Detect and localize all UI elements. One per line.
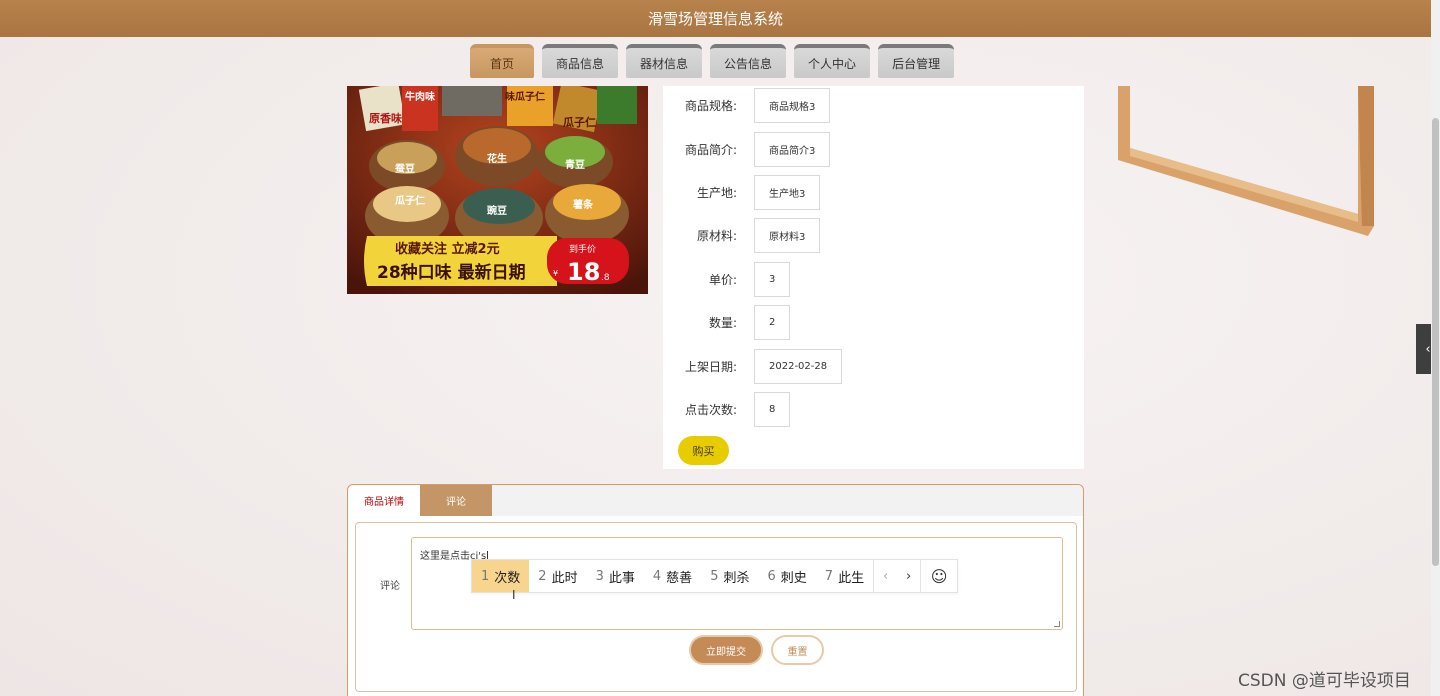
ime-candidate[interactable]: 3 此事 [587, 560, 644, 592]
title-bar: 滑雪场管理信息系统 [0, 0, 1431, 37]
field-label: 商品规格: [684, 99, 737, 113]
field-value: 商品简介3 [754, 132, 831, 167]
nav-label: 公告信息 [724, 56, 773, 71]
field-label: 上架日期: [684, 360, 737, 374]
field-label: 生产地: [696, 186, 737, 200]
ime-candidate[interactable]: 1 次数 [472, 560, 530, 592]
field-summary: 商品简介: 商品简介3 [663, 132, 831, 167]
banner-promo: 收藏关注 立减2元 [395, 241, 500, 257]
field-materials: 原材料: 原材料3 [663, 218, 821, 253]
banner-title: 28种口味 最新日期 [377, 262, 526, 283]
candidate-number: 1 [481, 568, 490, 584]
buy-button[interactable]: 购买 [678, 436, 729, 465]
main-nav: 首页 商品信息 器材信息 公告信息 个人中心 后台管理 [470, 44, 955, 78]
candidate-text: 慈善 [666, 570, 693, 586]
nav-label: 器材信息 [640, 56, 689, 71]
candidate-number: 6 [767, 568, 776, 584]
bag-label: 豌豆 [487, 204, 507, 217]
field-value: 原材料3 [754, 218, 821, 253]
field-click-count: 点击次数: 8 [663, 392, 791, 427]
candidate-text: 次数 [494, 570, 521, 586]
bag-label: 花生 [487, 152, 507, 165]
field-value: 3 [754, 262, 791, 297]
reset-button[interactable]: 重置 [771, 635, 824, 665]
field-listing-date: 上架日期: 2022-02-28 [663, 349, 843, 384]
price-tag-label: 到手价 [569, 243, 596, 255]
packet-label: 原香味 [369, 111, 402, 125]
packet-label: 牛肉味 [405, 90, 435, 103]
product-info-panel: 商品规格: 商品规格3 商品简介: 商品简介3 生产地: 生产地3 原材料: 原… [663, 86, 1084, 469]
comment-label: 评论 [380, 581, 400, 592]
ime-candidate-window: 1 次数 2 此时 3 此事 4 慈善 5 刺杀 6 刺史 7 此生 ‹ › ☺ [471, 559, 959, 593]
tabs-header: 商品详情 评论 [348, 485, 1083, 516]
comment-form: 评论 这里是点击ci's [355, 522, 1077, 692]
field-unit-price: 单价: 3 [663, 262, 791, 297]
chevron-left-icon: ‹ [1425, 341, 1431, 357]
nav-item-home[interactable]: 首页 [470, 44, 534, 78]
candidate-number: 4 [652, 568, 662, 584]
packet-label: 味瓜子仁 [505, 90, 545, 103]
field-label: 数量: [708, 316, 737, 330]
bag-label: 蚕豆 [394, 163, 415, 175]
resize-grip[interactable] [1054, 621, 1060, 627]
field-origin: 生产地: 生产地3 [663, 175, 821, 210]
product-image: 原香味 牛肉味 味瓜子仁 瓜子仁 蚕豆 花生 青豆 瓜子仁 豌豆 薯条 收藏关注… [347, 86, 648, 294]
price-tag-value: 18 [567, 258, 600, 286]
candidate-number: 3 [595, 568, 604, 584]
field-label: 商品简介: [684, 143, 737, 157]
candidate-number: 7 [824, 568, 834, 584]
field-spec: 商品规格: 商品规格3 [663, 88, 831, 123]
frame-graphic [1118, 86, 1374, 236]
nav-label: 后台管理 [892, 56, 941, 71]
ime-candidate[interactable]: 2 此时 [529, 560, 586, 592]
ime-candidate[interactable]: 7 此生 [816, 560, 873, 592]
field-label: 单价: [708, 273, 737, 287]
vertical-scrollbar[interactable] [1431, 0, 1440, 696]
field-value: 商品规格3 [754, 88, 831, 123]
field-value: 8 [754, 392, 791, 427]
tab-comments[interactable]: 评论 [420, 485, 492, 516]
ime-candidate[interactable]: 5 刺杀 [701, 560, 758, 592]
candidate-text: 此生 [838, 570, 865, 586]
price-tag-currency: ¥ [553, 269, 558, 278]
submit-button[interactable]: 立即提交 [689, 635, 763, 665]
candidate-text: 刺史 [780, 570, 807, 586]
app-title: 滑雪场管理信息系统 [647, 10, 783, 28]
field-label: 点击次数: [684, 403, 737, 417]
nav-item-admin[interactable]: 后台管理 [878, 44, 955, 78]
decorative-frame [1118, 86, 1390, 242]
candidate-text: 刺杀 [723, 570, 750, 586]
nav-label: 商品信息 [556, 56, 605, 71]
text-cursor-icon: I [512, 588, 516, 602]
price-tag-decimal: .8 [601, 273, 610, 283]
candidate-number: 2 [538, 568, 547, 584]
bag-label: 瓜子仁 [395, 194, 425, 207]
field-value: 2 [754, 305, 791, 340]
chevron-right-icon[interactable]: › [897, 560, 922, 592]
chevron-left-icon[interactable]: ‹ [873, 560, 897, 592]
watermark: CSDN @道可毕设项目 [1238, 671, 1411, 691]
candidate-number: 5 [710, 568, 719, 584]
ime-candidate[interactable]: 6 刺史 [758, 560, 815, 592]
field-value: 生产地3 [754, 175, 821, 210]
bag-label: 青豆 [565, 158, 585, 171]
emoji-icon[interactable]: ☺ [921, 560, 957, 592]
candidate-text: 此时 [551, 570, 578, 586]
ime-candidate[interactable]: 4 慈善 [644, 560, 701, 592]
product-image-illustration: 原香味 牛肉味 味瓜子仁 瓜子仁 蚕豆 花生 青豆 瓜子仁 豌豆 薯条 收藏关注… [347, 86, 648, 294]
field-label: 原材料: [696, 229, 737, 243]
candidate-text: 此事 [608, 570, 635, 586]
nav-item-goods[interactable]: 商品信息 [542, 44, 619, 78]
tab-product-details[interactable]: 商品详情 [348, 485, 420, 516]
scrollbar-thumb[interactable] [1432, 118, 1439, 566]
packet-label: 瓜子仁 [563, 115, 596, 129]
nav-label: 个人中心 [808, 56, 857, 71]
field-value: 2022-02-28 [754, 349, 843, 384]
field-quantity: 数量: 2 [663, 305, 791, 340]
nav-label: 首页 [489, 56, 514, 71]
nav-item-notices[interactable]: 公告信息 [710, 44, 787, 78]
nav-item-profile[interactable]: 个人中心 [794, 44, 871, 78]
bag-label: 薯条 [572, 198, 594, 211]
nav-item-equipment[interactable]: 器材信息 [626, 44, 703, 78]
